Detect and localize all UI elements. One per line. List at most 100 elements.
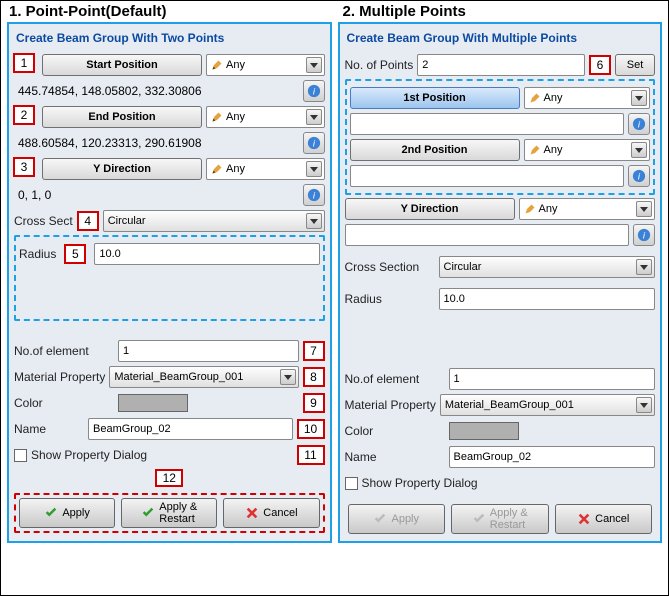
pencil-icon [524, 203, 536, 215]
dropdown-icon[interactable] [631, 142, 647, 158]
pos1-filter-text: Any [544, 92, 563, 104]
no-points-input[interactable]: 2 [417, 54, 585, 76]
radius-input[interactable]: 10.0 [94, 243, 319, 265]
ydir-filter-combo-right[interactable]: Any [519, 198, 656, 220]
annotation-3: 3 [13, 157, 35, 177]
radius-label: Radius [19, 247, 56, 261]
cancel-text: Cancel [263, 507, 297, 519]
pos2-value[interactable] [350, 165, 625, 187]
info-button[interactable]: i [303, 184, 325, 206]
dropdown-icon[interactable] [306, 109, 322, 125]
material-label: Material Property [14, 370, 105, 384]
annotation-10: 10 [297, 419, 325, 439]
dropdown-icon[interactable] [280, 369, 296, 385]
heading-left: 1. Point-Point(Default) [1, 3, 335, 20]
annotation-6: 6 [589, 55, 611, 75]
pos2-filter-text: Any [544, 144, 563, 156]
dropdown-icon[interactable] [631, 90, 647, 106]
info-icon: i [307, 188, 321, 202]
color-label-right: Color [345, 424, 445, 438]
dropdown-icon[interactable] [306, 213, 322, 229]
info-icon: i [307, 84, 321, 98]
annotation-5: 5 [64, 244, 86, 264]
name-input-right[interactable]: BeamGroup_02 [449, 446, 656, 468]
pencil-icon [211, 59, 223, 71]
apply-restart-button-right[interactable]: Apply & Restart [451, 504, 549, 534]
show-property-checkbox[interactable] [14, 449, 27, 462]
cross-section-select[interactable]: Circular [103, 210, 325, 232]
dropdown-icon[interactable] [636, 397, 652, 413]
info-icon: i [307, 136, 321, 150]
end-filter-combo[interactable]: Any [206, 106, 325, 128]
info-button[interactable]: i [633, 224, 655, 246]
dropdown-icon[interactable] [306, 57, 322, 73]
annotation-4: 4 [77, 211, 99, 231]
pencil-icon [529, 92, 541, 104]
info-button[interactable]: i [303, 80, 325, 102]
pos2-filter-combo[interactable]: Any [524, 139, 651, 161]
end-filter-text: Any [226, 111, 245, 123]
pencil-icon [529, 144, 541, 156]
pos1-value[interactable] [350, 113, 625, 135]
dropdown-icon[interactable] [636, 259, 652, 275]
annotation-8: 8 [303, 367, 325, 387]
set-button[interactable]: Set [615, 54, 655, 76]
no-element-input-right[interactable]: 1 [449, 368, 656, 390]
info-button[interactable]: i [303, 132, 325, 154]
apply-button-right[interactable]: Apply [348, 504, 446, 534]
panel-point-point: Create Beam Group With Two Points 1 Star… [7, 22, 332, 543]
start-position-button[interactable]: Start Position [42, 54, 202, 76]
check-icon [472, 512, 486, 526]
y-direction-button-right[interactable]: Y Direction [345, 198, 515, 220]
ydir-filter-combo[interactable]: Any [206, 158, 325, 180]
cancel-button[interactable]: Cancel [223, 498, 319, 528]
no-element-label: No.of element [14, 344, 114, 358]
cross-section-value: Circular [108, 215, 146, 227]
check-icon [373, 512, 387, 526]
end-position-button[interactable]: End Position [42, 106, 202, 128]
dropdown-icon[interactable] [306, 161, 322, 177]
y-direction-button[interactable]: Y Direction [42, 158, 202, 180]
name-label-right: Name [345, 450, 445, 464]
dropdown-icon[interactable] [636, 201, 652, 217]
action-group: Apply Apply & Restart Cancel [14, 493, 325, 533]
info-button[interactable]: i [628, 165, 650, 187]
no-element-input[interactable]: 1 [118, 340, 299, 362]
check-icon [44, 506, 58, 520]
color-swatch[interactable] [118, 394, 188, 412]
annotation-7: 7 [303, 341, 325, 361]
color-swatch-right[interactable] [449, 422, 519, 440]
pencil-icon [211, 111, 223, 123]
info-icon: i [637, 228, 651, 242]
apply-button[interactable]: Apply [19, 498, 115, 528]
pos1-filter-combo[interactable]: Any [524, 87, 651, 109]
no-element-label-right: No.of element [345, 372, 445, 386]
ydir-filter-text-right: Any [539, 203, 558, 215]
start-position-value: 445.74854, 148.05802, 332.30806 [14, 80, 299, 102]
second-position-button[interactable]: 2nd Position [350, 139, 520, 161]
radius-input-right[interactable]: 10.0 [439, 288, 656, 310]
material-select-right[interactable]: Material_BeamGroup_001 [440, 394, 655, 416]
first-position-button[interactable]: 1st Position [350, 87, 520, 109]
heading-right: 2. Multiple Points [335, 3, 669, 20]
positions-group: 1st Position Any i 2nd Position [345, 79, 656, 195]
cross-section-value-right: Circular [444, 261, 482, 273]
ydir-value-right[interactable] [345, 224, 630, 246]
cancel-button-right[interactable]: Cancel [555, 504, 653, 534]
material-label-right: Material Property [345, 398, 436, 412]
no-points-label: No. of Points [345, 58, 414, 72]
show-property-checkbox-right[interactable] [345, 477, 358, 490]
apply-restart-button[interactable]: Apply & Restart [121, 498, 217, 528]
check-icon [141, 506, 155, 520]
cross-icon [577, 512, 591, 526]
cross-section-select-right[interactable]: Circular [439, 256, 656, 278]
name-input[interactable]: BeamGroup_02 [88, 418, 293, 440]
name-label: Name [14, 422, 84, 436]
apply-text: Apply [62, 507, 90, 519]
cross-icon [245, 506, 259, 520]
start-filter-combo[interactable]: Any [206, 54, 325, 76]
info-button[interactable]: i [628, 113, 650, 135]
panel-title-left: Create Beam Group With Two Points [14, 28, 325, 51]
material-select[interactable]: Material_BeamGroup_001 [109, 366, 298, 388]
annotation-11: 11 [297, 445, 325, 465]
